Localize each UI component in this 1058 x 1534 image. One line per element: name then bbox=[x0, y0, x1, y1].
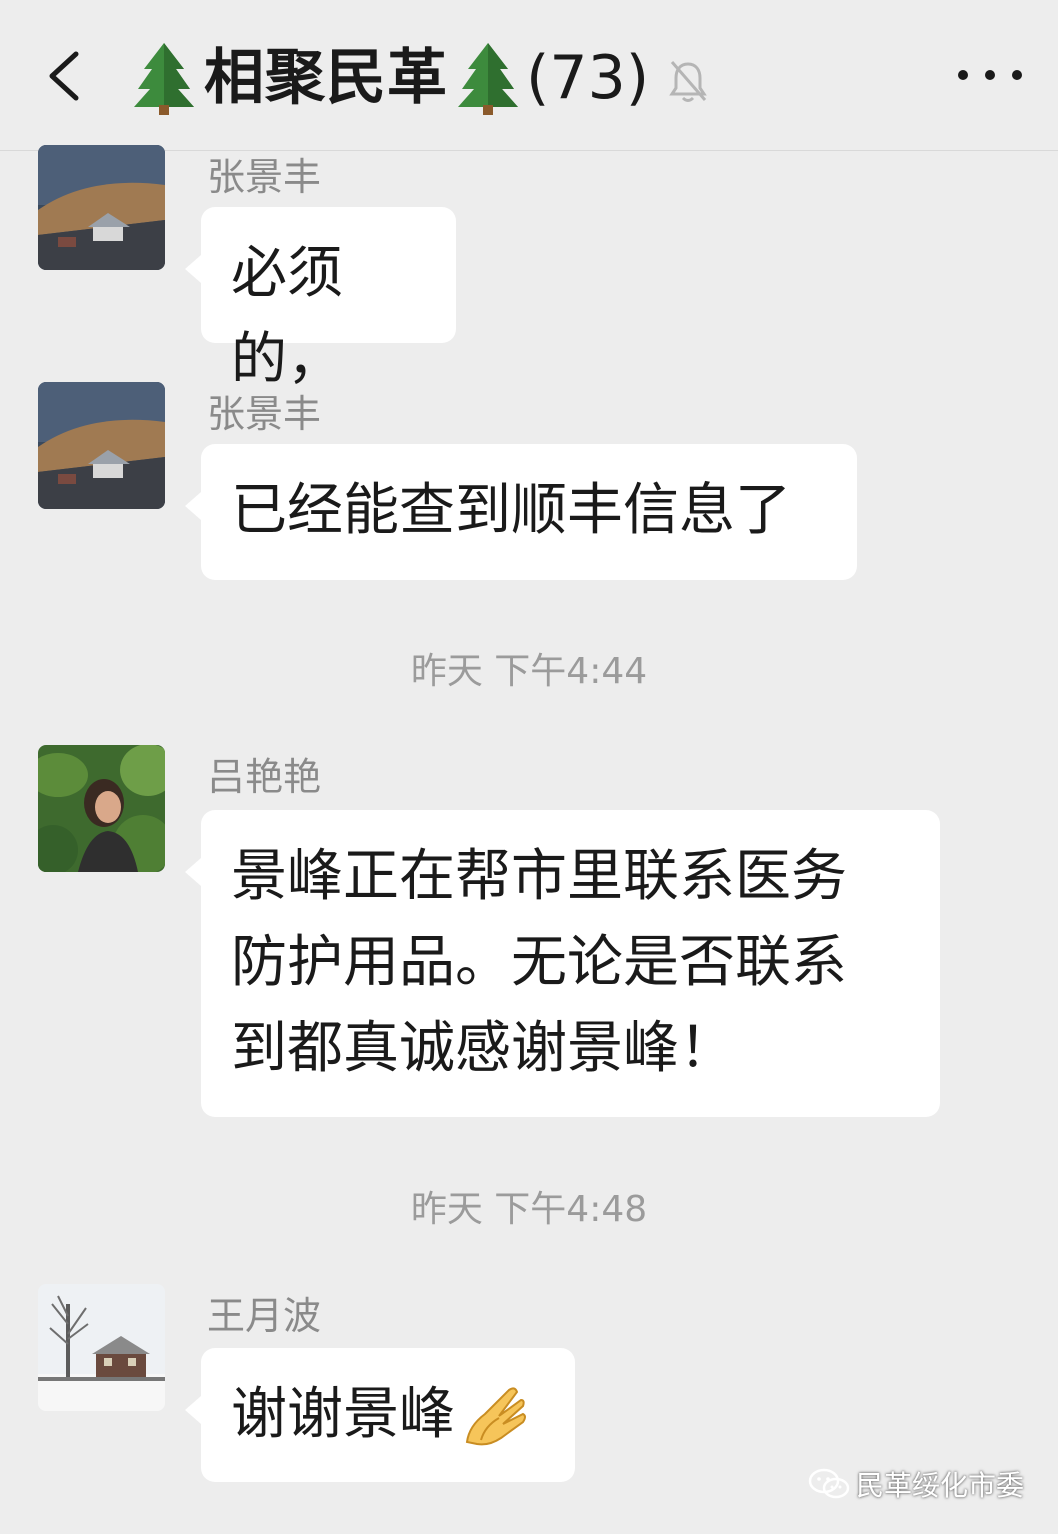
group-name: 相聚民革 bbox=[204, 43, 448, 113]
bell-muted-icon bbox=[669, 61, 707, 102]
sender-name: 张景丰 bbox=[207, 155, 322, 199]
sender-name: 王月波 bbox=[207, 1294, 322, 1338]
avatar[interactable] bbox=[38, 382, 165, 509]
message-line: 到都真诚感谢景峰！ bbox=[231, 1016, 735, 1081]
sender-name: 吕艳艳 bbox=[207, 755, 322, 799]
avatar-landscape bbox=[38, 145, 165, 270]
tree-icon bbox=[458, 43, 518, 115]
chevron-left-icon bbox=[49, 51, 79, 101]
avatar-woman-plants bbox=[38, 745, 165, 872]
timestamp: 昨天 下午4:44 bbox=[410, 651, 648, 692]
watermark-text: 民革绥化市委 bbox=[855, 1469, 1024, 1502]
message-bubble[interactable]: 已经能查到顺丰信息了 bbox=[185, 444, 857, 580]
message-bubble[interactable]: 景峰正在帮市里联系医务 防护用品。无论是否联系 到都真诚感谢景峰！ bbox=[185, 810, 940, 1117]
watermark: 民革绥化市委 bbox=[808, 1464, 1024, 1504]
message-bubble[interactable]: 谢谢景峰 bbox=[185, 1348, 575, 1482]
chat-header: 相聚民革 (73) bbox=[0, 0, 1058, 151]
member-count: (73) bbox=[526, 43, 650, 113]
sender-name: 张景丰 bbox=[207, 392, 322, 436]
more-options-button[interactable] bbox=[958, 60, 1022, 90]
tree-icon bbox=[134, 43, 194, 115]
dot bbox=[985, 70, 995, 80]
wechat-icon bbox=[808, 1468, 850, 1499]
chat-title[interactable]: 相聚民革 (73) bbox=[130, 38, 709, 118]
avatar-landscape bbox=[38, 382, 165, 509]
back-button[interactable] bbox=[40, 46, 90, 106]
dot bbox=[1012, 70, 1022, 80]
folded-hands-icon bbox=[465, 1387, 526, 1446]
avatar[interactable] bbox=[38, 145, 165, 270]
message-text: 谢谢景峰 bbox=[231, 1382, 455, 1447]
dot bbox=[958, 70, 968, 80]
message-bubble[interactable]: 必须的， bbox=[185, 207, 456, 392]
message-line: 防护用品。无论是否联系 bbox=[231, 930, 847, 995]
avatar[interactable] bbox=[38, 1284, 165, 1411]
timestamp: 昨天 下午4:48 bbox=[410, 1189, 648, 1230]
avatar-winter-house bbox=[38, 1284, 165, 1411]
message-line: 景峰正在帮市里联系医务 bbox=[231, 844, 847, 909]
avatar[interactable] bbox=[38, 745, 165, 872]
